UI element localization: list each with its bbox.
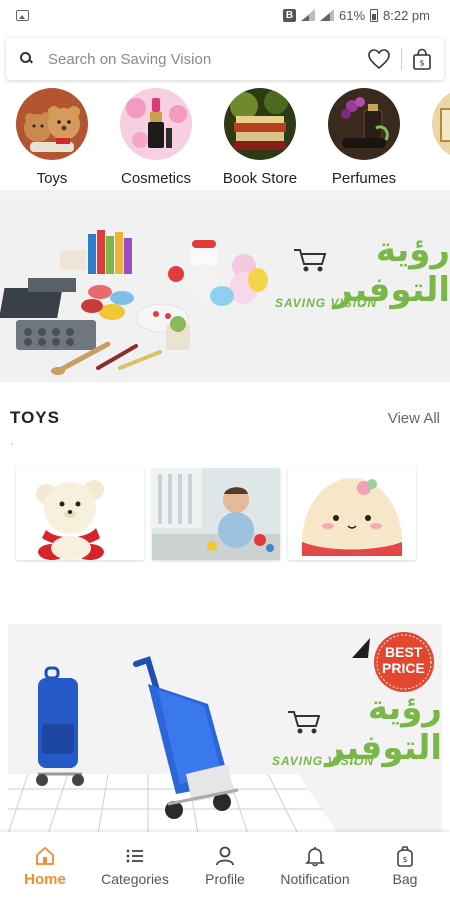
category-perfumes-label[interactable]: Perfumes (332, 170, 396, 187)
category-book-store[interactable]: Book Store (223, 88, 297, 190)
nav-categories[interactable]: Categories (90, 832, 180, 900)
nav-bag[interactable]: $ Bag (360, 832, 450, 900)
cart-logo-icon (294, 249, 327, 272)
status-bar: B 61% 8:22 pm (0, 0, 450, 30)
signal-icon (319, 9, 334, 21)
battery-icon (370, 8, 379, 22)
bag-icon[interactable]: $ (394, 845, 416, 867)
product-card[interactable] (16, 468, 144, 560)
nav-home[interactable]: Home (0, 832, 90, 900)
category-cosmetics[interactable]: Cosmetics (120, 88, 192, 190)
b-icon: B (282, 8, 296, 22)
toys-section-header: TOYS View All (0, 382, 450, 434)
category-toys-image[interactable] (16, 88, 88, 160)
nav-notification-label[interactable]: Notification (280, 871, 349, 887)
toys-product-row[interactable] (0, 454, 450, 560)
category-cosmetics-label[interactable]: Cosmetics (121, 170, 191, 187)
section-title: TOYS (10, 408, 60, 427)
nav-profile-label[interactable]: Profile (205, 871, 245, 887)
person-icon[interactable] (214, 845, 236, 867)
nav-home-label[interactable]: Home (24, 871, 66, 888)
promo-banner[interactable]: رؤية التوفير SAVING VISION (0, 200, 450, 382)
bag-icon[interactable]: $ (412, 48, 432, 70)
search-icon[interactable] (18, 50, 36, 68)
bell-icon[interactable] (304, 845, 326, 867)
category-perfumes[interactable]: Perfumes (328, 88, 400, 190)
category-book-store-image[interactable] (224, 88, 296, 160)
view-all-link[interactable]: View All (388, 410, 440, 427)
section-divider (0, 190, 450, 200)
battery-percent: 61% (338, 7, 366, 23)
nav-notification[interactable]: Notification (270, 832, 360, 900)
product-card[interactable] (152, 468, 280, 560)
category-toys[interactable]: Toys (16, 88, 88, 190)
category-partial[interactable] (432, 88, 450, 190)
banner-brand-english: SAVING VISION (275, 296, 378, 310)
best-price-badge-line1: BEST (385, 644, 423, 660)
cart-logo-icon (288, 711, 321, 734)
status-time: 8:22 pm (383, 7, 430, 23)
category-book-store-label[interactable]: Book Store (223, 170, 297, 187)
best-price-badge-line2: PRICE (382, 660, 425, 676)
nav-profile[interactable]: Profile (180, 832, 270, 900)
search-wrap: $ (0, 30, 450, 80)
search-input[interactable] (48, 50, 367, 68)
nav-categories-label[interactable]: Categories (101, 871, 169, 887)
list-icon[interactable] (124, 845, 146, 867)
product-image-baby (152, 468, 280, 560)
status-right: B 61% 8:22 pm (282, 7, 430, 23)
category-partial-image[interactable] (432, 88, 450, 160)
product-image-plush (288, 468, 416, 560)
signal-icon (300, 9, 315, 21)
svg-text:$: $ (419, 59, 424, 68)
category-perfumes-image[interactable] (328, 88, 400, 160)
category-toys-label[interactable]: Toys (37, 170, 68, 187)
product-card[interactable] (288, 468, 416, 560)
nav-bag-label[interactable]: Bag (393, 871, 418, 887)
banner2-brand-english: SAVING VISION (272, 754, 375, 768)
home-icon[interactable] (34, 845, 56, 867)
bottom-navigation: Home Categories Profile Notification $ B… (0, 832, 450, 900)
gallery-icon (16, 9, 29, 21)
promo-banner-2[interactable]: BEST PRICE رؤية التوفير SAVING VISION (8, 624, 442, 834)
category-cosmetics-image[interactable] (120, 88, 192, 160)
heart-icon[interactable] (367, 48, 391, 70)
category-carousel[interactable]: Toys Cosmetics Book Store Perfumes (0, 80, 450, 190)
search-bar[interactable]: $ (6, 38, 444, 80)
svg-text:$: $ (402, 855, 407, 864)
section-dot: . (10, 434, 14, 448)
search-divider (401, 48, 402, 70)
product-image-teddy (16, 468, 144, 560)
